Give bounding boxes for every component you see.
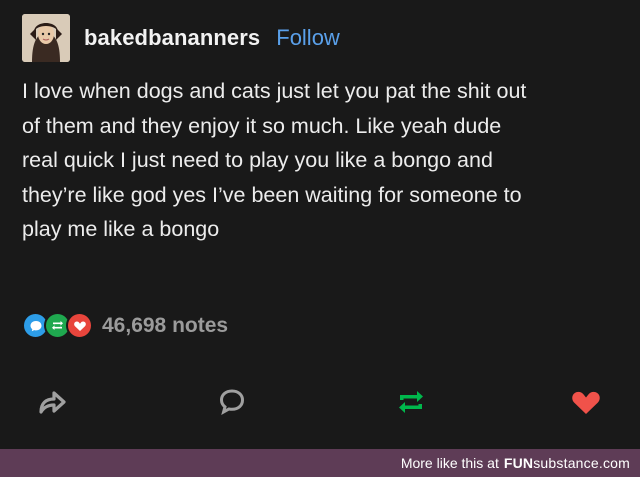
avatar-illustration [22, 14, 70, 62]
post-body-line: they’re like god yes I’ve been waiting f… [22, 182, 522, 207]
share-icon [39, 391, 66, 414]
post-body-line: play me like a bongo [22, 217, 220, 241]
brand-bold: FUN [503, 455, 534, 471]
avatar[interactable] [22, 14, 70, 62]
tumblr-post: bakedbananners Follow I love when dogs a… [0, 0, 640, 449]
comment-button[interactable] [212, 382, 252, 422]
share-button[interactable] [32, 382, 72, 422]
reblog-icon [399, 391, 423, 413]
notes-row[interactable]: 46,698 notes [22, 312, 228, 339]
funsubstance-logo[interactable]: FUNsubstance.com [504, 455, 630, 471]
comment-icon [219, 389, 245, 416]
post-body-line: real quick I just need to play you like … [22, 148, 493, 172]
post-body-line: of them and they enjoy it so much. Like … [22, 113, 502, 138]
post-actions [0, 382, 640, 426]
like-icon [572, 391, 600, 414]
reblog-button[interactable] [391, 382, 431, 422]
brand-suffix: .com [598, 455, 630, 471]
brand-light: substance [533, 455, 599, 471]
follow-button[interactable]: Follow [276, 25, 340, 51]
like-note-icon [66, 312, 93, 339]
notes-count[interactable]: 46,698 notes [102, 314, 228, 338]
post-body: I love when dogs and cats just let you p… [22, 74, 622, 247]
footer-text: More like this at [400, 455, 499, 471]
username[interactable]: bakedbananners [84, 25, 260, 51]
like-button[interactable] [566, 382, 606, 422]
watermark-footer: More like this at FUNsubstance.com [0, 449, 640, 477]
post-body-line: I love when dogs and cats just let you p… [22, 79, 527, 103]
post-header: bakedbananners Follow [22, 14, 340, 62]
